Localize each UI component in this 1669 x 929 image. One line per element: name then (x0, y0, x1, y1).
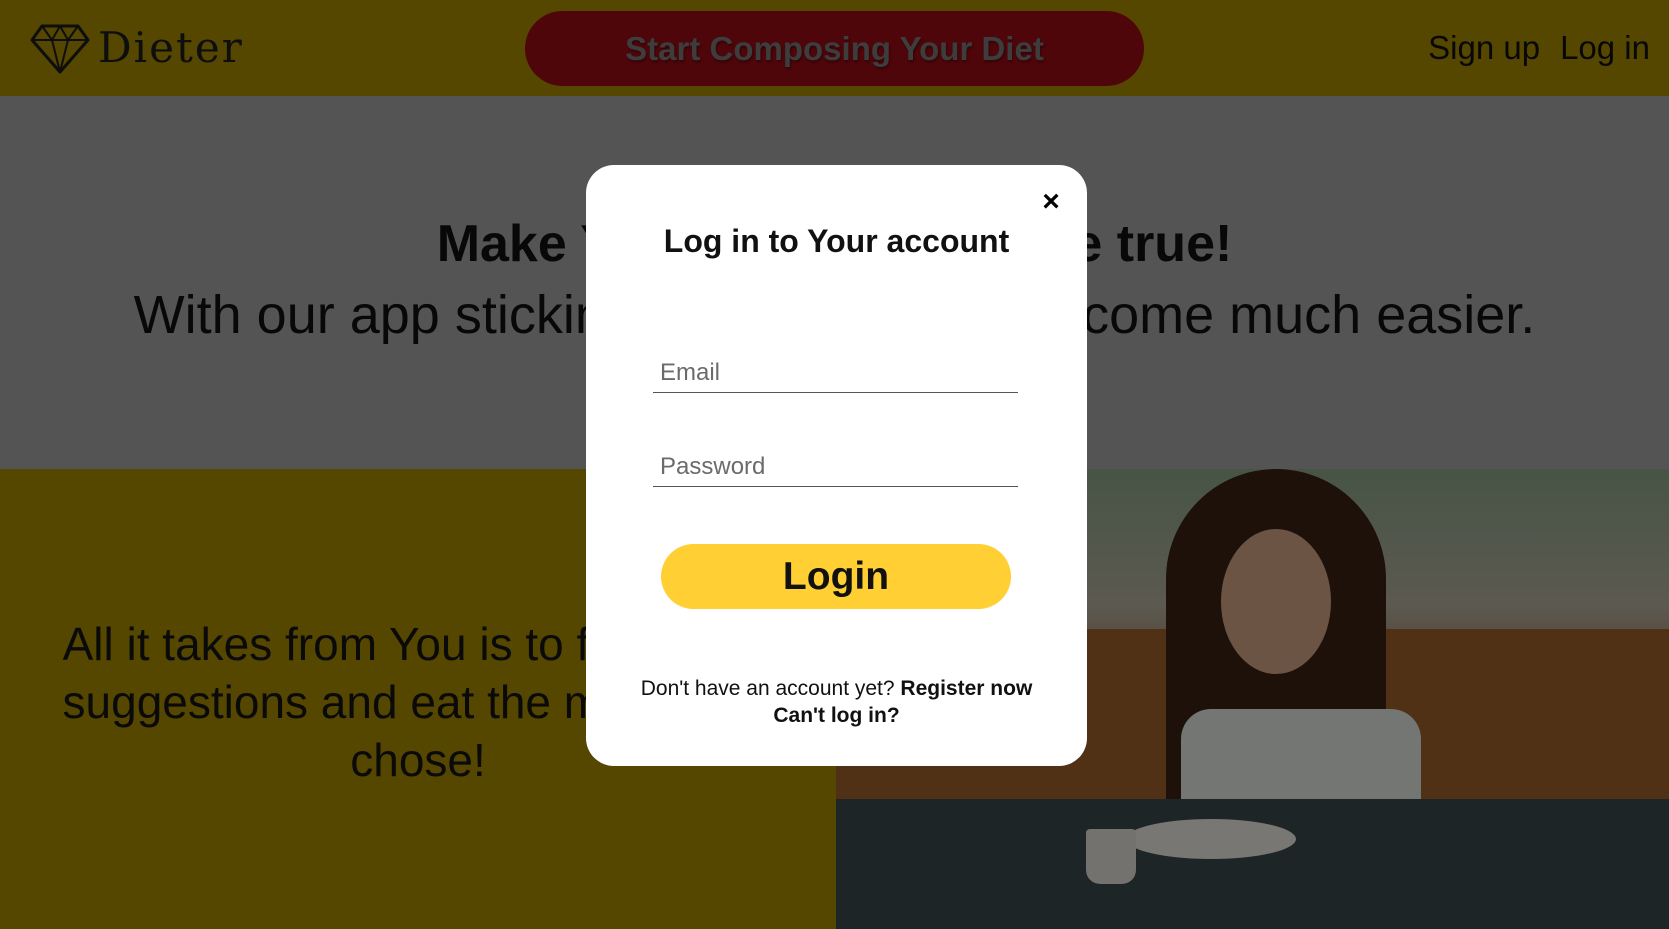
email-field[interactable] (653, 353, 1018, 393)
login-button[interactable]: Login (661, 544, 1011, 609)
no-account-text: Don't have an account yet? (640, 677, 895, 700)
close-icon[interactable]: × (1038, 187, 1064, 217)
register-now-link[interactable]: Register now (900, 677, 1032, 700)
modal-footer: Don't have an account yet? Register now … (586, 675, 1087, 729)
login-modal: × Log in to Your account Login Don't hav… (586, 165, 1087, 766)
cant-log-in-link[interactable]: Can't log in? (773, 704, 899, 727)
password-field[interactable] (653, 447, 1018, 487)
modal-title: Log in to Your account (663, 223, 1010, 259)
